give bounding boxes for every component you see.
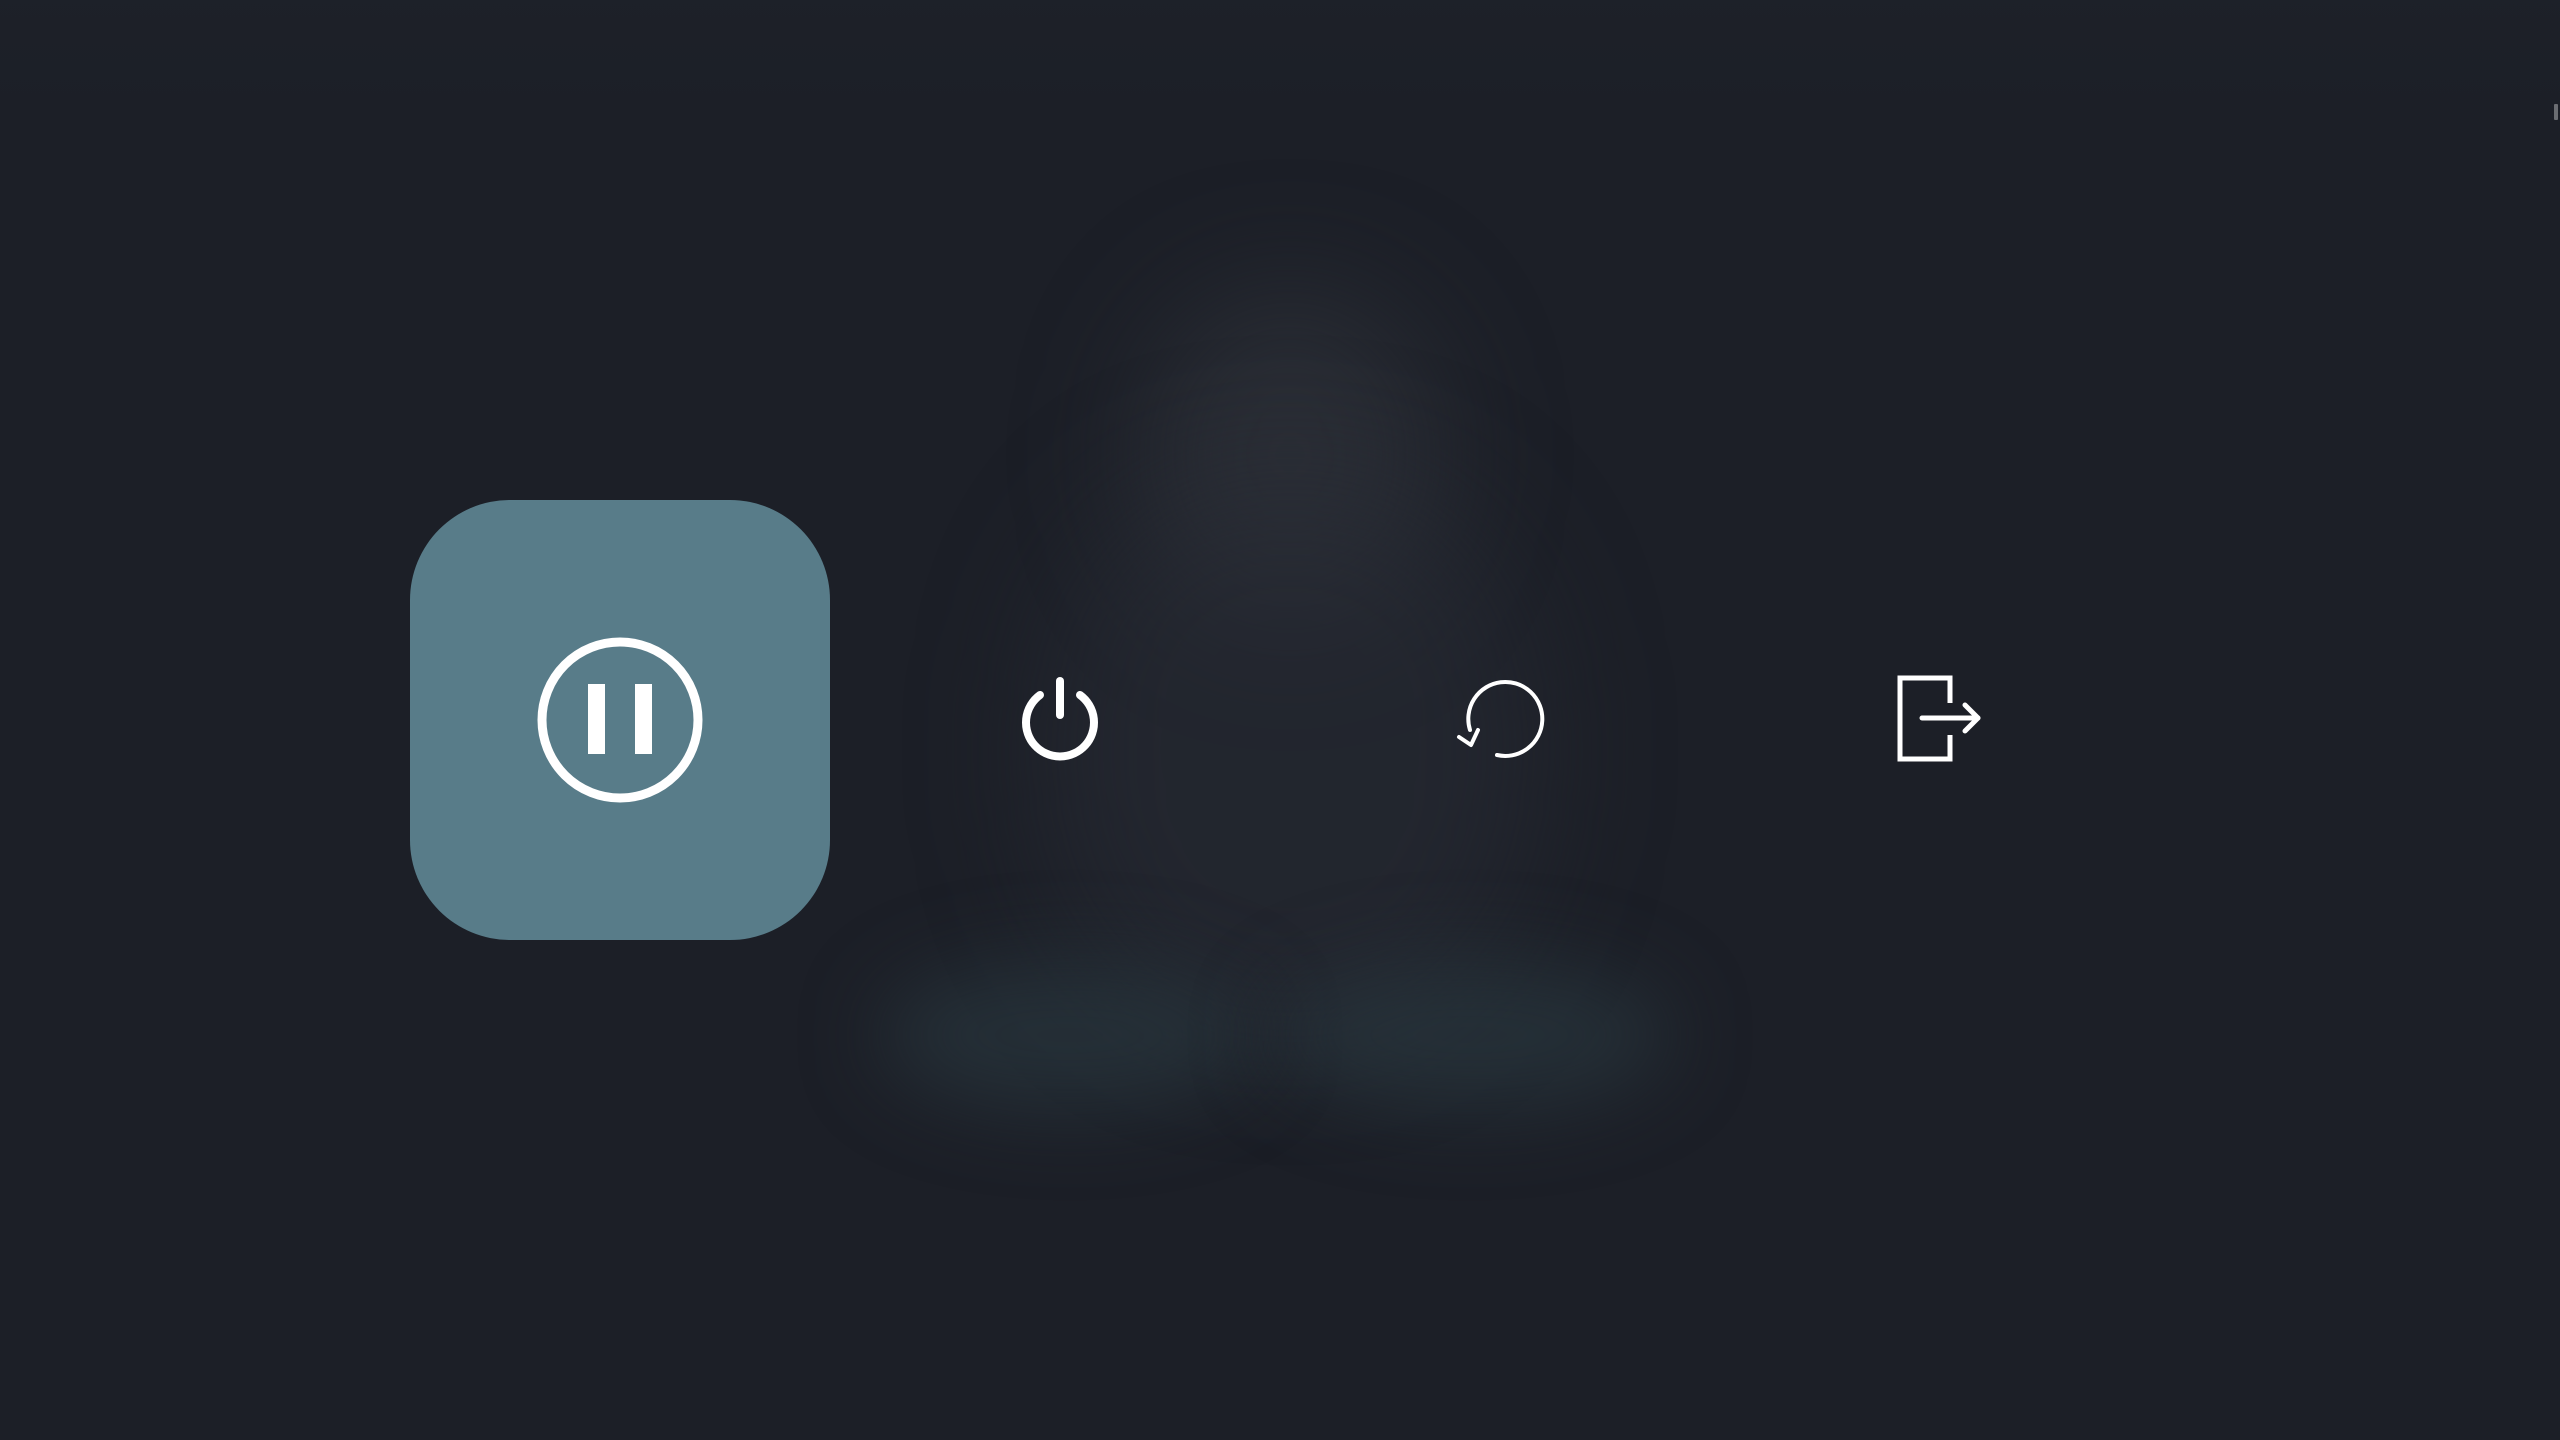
lock-screen-overlay [0, 0, 2560, 1440]
power-icon [1018, 675, 1102, 765]
power-menu [0, 0, 2560, 1440]
suspend-button[interactable] [410, 500, 830, 940]
restart-button[interactable] [1290, 500, 1710, 940]
pause-circle-icon [536, 636, 704, 804]
power-off-button[interactable] [850, 500, 1270, 940]
log-out-button[interactable] [1730, 500, 2150, 940]
logout-icon [1895, 675, 1985, 765]
restart-icon [1455, 675, 1545, 765]
